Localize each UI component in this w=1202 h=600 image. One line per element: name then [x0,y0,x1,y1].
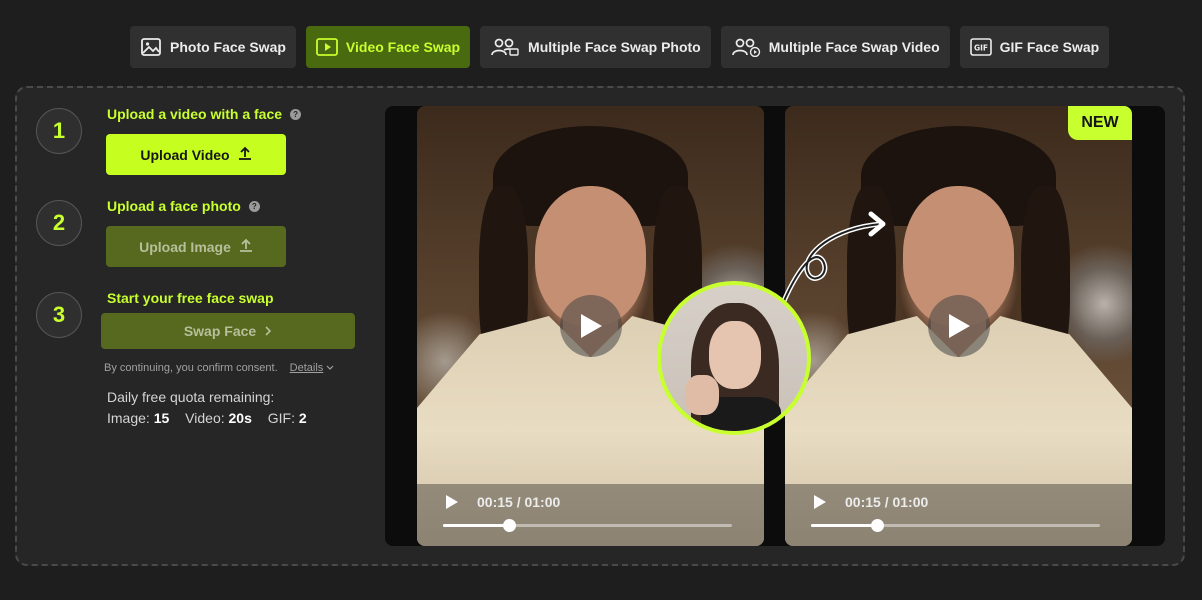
feature-tabs: Photo Face Swap Video Face Swap Multiple… [130,26,1110,68]
tab-gif-face-swap[interactable]: GIF GIF Face Swap [959,26,1110,68]
swap-face-label: Swap Face [183,323,257,339]
tab-label: GIF Face Swap [999,39,1100,55]
image-icon [140,37,162,57]
video-controls: 00:15 / 01:00 [785,484,1132,546]
step-1-title-text: Upload a video with a face [107,106,283,122]
step-2-title: Upload a face photo ? [107,198,260,214]
tab-label: Video Face Swap [345,39,461,55]
quota-heading: Daily free quota remaining: [107,389,275,405]
consent-text: By continuing, you confirm consent. [104,362,278,374]
quota-gif-label: GIF: [267,410,295,426]
details-label: Details [289,362,324,374]
upload-icon [239,238,253,255]
play-icon[interactable] [445,494,459,515]
upload-image-button[interactable]: Upload Image [106,226,286,267]
tab-multiple-face-swap-photo[interactable]: Multiple Face Swap Photo [480,26,711,68]
consent-note: By continuing, you confirm consent. Deta… [104,362,334,374]
help-icon[interactable]: ? [290,108,302,120]
video-time: 00:15 / 01:00 [845,494,929,510]
tab-multiple-face-swap-video[interactable]: Multiple Face Swap Video [720,26,950,68]
source-face-photo [657,281,811,435]
progress-handle[interactable] [871,519,885,532]
tab-label: Multiple Face Swap Video [768,39,940,55]
upload-image-label: Upload Image [139,238,231,255]
upload-icon [238,146,252,163]
svg-text:GIF: GIF [974,44,988,53]
upload-video-button[interactable]: Upload Video [106,134,286,175]
progress-fill [443,524,510,527]
video-controls: 00:15 / 01:00 [417,484,764,546]
step-1-number: 1 [36,108,82,154]
progress-bar[interactable] [811,519,1100,532]
photo-art [685,375,719,415]
chevron-right-icon [264,323,272,339]
play-button[interactable] [927,295,990,357]
tab-video-face-swap[interactable]: Video Face Swap [305,26,471,68]
step-3-title: Start your free face swap [107,290,274,306]
quota-gif: GIF: 2 [268,410,307,426]
quota-gif-value: 2 [298,410,307,426]
play-button[interactable] [559,295,622,357]
help-icon[interactable]: ? [248,200,260,212]
tab-photo-face-swap[interactable]: Photo Face Swap [130,26,296,68]
quota-image-label: Image: [107,410,150,426]
video-time: 00:15 / 01:00 [477,494,561,510]
play-icon [948,314,970,338]
progress-bar[interactable] [443,519,732,532]
chevron-down-icon [326,362,334,374]
new-badge: NEW [1068,106,1132,140]
group-video-icon [731,37,761,57]
step-3-title-text: Start your free face swap [107,290,274,306]
quota-video-label: Video: [185,410,225,426]
quota-video: Video: 20s [185,410,252,426]
step-2-title-text: Upload a face photo [107,198,241,214]
play-icon [580,314,602,338]
tab-label: Photo Face Swap [170,39,286,55]
quota-image-value: 15 [153,410,170,426]
swap-face-button[interactable]: Swap Face [101,313,355,349]
daily-quota: Daily free quota remaining: Image: 15 Vi… [107,387,319,429]
quota-image: Image: 15 [107,410,169,426]
result-video[interactable]: 00:15 / 01:00 [785,106,1132,546]
quota-video-value: 20s [228,410,252,426]
step-2-number: 2 [36,200,82,246]
progress-handle[interactable] [503,519,517,532]
video-icon [316,37,338,57]
play-icon[interactable] [813,494,827,515]
photo-art [709,321,761,389]
preview-area: 00:15 / 01:00 00:15 / 01:00 NEW [385,106,1165,546]
group-image-icon [490,37,520,57]
gif-icon: GIF [969,37,992,57]
step-1-title: Upload a video with a face ? [107,106,302,122]
tab-label: Multiple Face Swap Photo [528,39,701,55]
details-link[interactable]: Details [290,362,335,374]
quota-values: Image: 15 Video: 20s GIF: 2 [107,408,319,429]
upload-video-label: Upload Video [140,146,230,163]
step-3-number: 3 [36,292,82,338]
progress-fill [811,524,878,527]
